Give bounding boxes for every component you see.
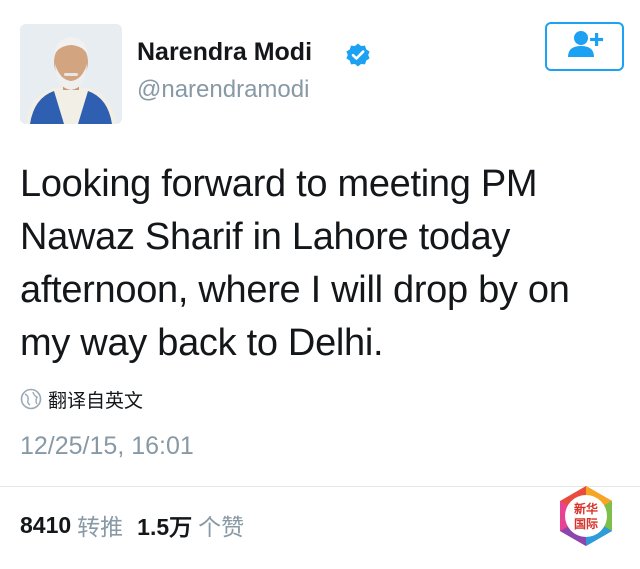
retweets-count[interactable]: 8410 [20, 512, 71, 539]
translate-label: 翻译自英文 [48, 390, 144, 412]
divider [0, 486, 640, 487]
translate-tweet-link[interactable]: 翻译自英文 [20, 386, 143, 412]
tweet-stats: 8410 转推 1.5万 个赞 [20, 509, 258, 541]
avatar-image [20, 24, 122, 124]
display-name[interactable]: Narendra Modi [137, 38, 312, 67]
likes-count[interactable]: 1.5万 [137, 508, 192, 542]
verified-badge-icon [345, 42, 371, 68]
globe-icon [20, 388, 42, 410]
likes-label[interactable]: 个赞 [198, 508, 244, 542]
tweet-text: Looking forward to meeting PM Nawaz Shar… [20, 163, 570, 364]
avatar[interactable] [20, 24, 122, 124]
watermark-line1: 新华 [574, 501, 598, 516]
tweet-timestamp[interactable]: 12/25/15, 16:01 [20, 432, 194, 461]
follow-user-icon [565, 29, 605, 64]
retweets-label[interactable]: 转推 [77, 508, 123, 542]
watermark-logo: 新华 国际 [554, 484, 618, 548]
follow-button[interactable] [545, 22, 624, 71]
watermark-line2: 国际 [574, 517, 598, 531]
user-handle[interactable]: @narendramodi [137, 76, 309, 104]
